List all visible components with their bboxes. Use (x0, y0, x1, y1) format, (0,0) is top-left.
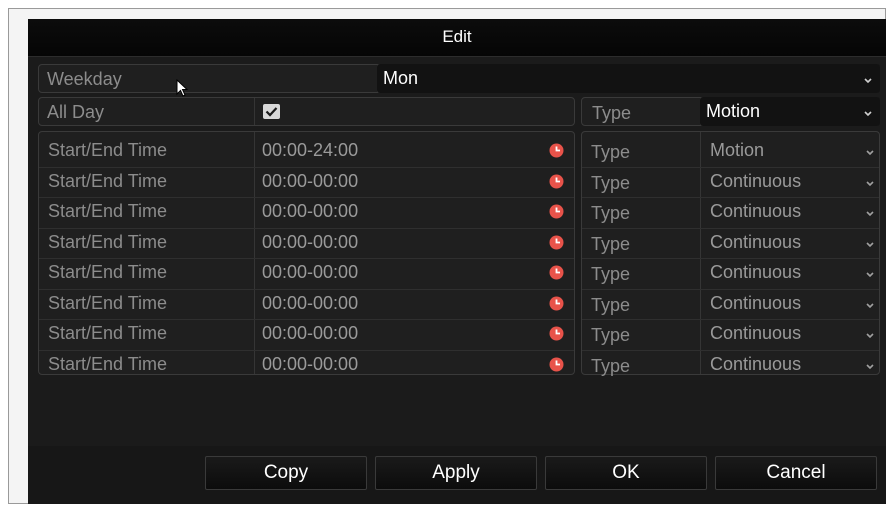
copy-button[interactable]: Copy (205, 456, 367, 490)
record-type-select[interactable]: Continuous (710, 323, 801, 344)
cancel-button[interactable]: Cancel (715, 456, 877, 490)
chevron-down-icon (864, 329, 876, 341)
record-type-select[interactable]: Continuous (710, 201, 801, 222)
chevron-down-icon (864, 146, 876, 158)
mouse-pointer-icon (176, 79, 189, 97)
start-end-time-label: Start/End Time (48, 353, 168, 374)
chevron-down-icon (864, 177, 876, 189)
row-divider (582, 349, 879, 351)
row-divider (582, 258, 879, 259)
record-type-select[interactable]: Continuous (710, 262, 801, 283)
ok-button[interactable]: OK (545, 456, 707, 490)
clock-icon[interactable] (549, 143, 564, 158)
record-type-select[interactable]: Continuous (710, 354, 801, 375)
allday-label: All Day (47, 102, 105, 122)
checkmark-icon (265, 107, 278, 117)
type-select[interactable]: Motion (700, 97, 880, 126)
type-label: Type (591, 233, 631, 254)
time-range-field[interactable]: 00:00-00:00 (262, 354, 358, 375)
weekday-select[interactable]: Mon (377, 64, 880, 93)
type-label: Type (591, 264, 631, 284)
type-value: Motion (706, 101, 761, 121)
row-divider (582, 227, 879, 229)
row-divider (582, 197, 879, 198)
start-end-time-label: Start/End Time (48, 231, 168, 252)
chevron-down-icon (864, 268, 876, 280)
time-range-field[interactable]: 00:00-00:00 (262, 323, 358, 344)
time-range-field[interactable]: 00:00-00:00 (262, 232, 358, 253)
row-divider (39, 227, 574, 229)
chevron-down-icon (862, 107, 874, 119)
clock-icon[interactable] (549, 204, 564, 219)
start-end-time-label: Start/End Time (48, 262, 168, 282)
dialog-title: Edit (442, 27, 472, 46)
record-type-select[interactable]: Continuous (710, 293, 801, 314)
row-divider (39, 349, 574, 351)
apply-button[interactable]: Apply (375, 456, 537, 490)
row-divider (39, 288, 574, 290)
row-divider (582, 166, 879, 168)
start-end-time-label: Start/End Time (48, 140, 168, 160)
dialog-titlebar: Edit (28, 19, 886, 57)
row-divider (39, 258, 574, 259)
chevron-down-icon (864, 360, 876, 372)
allday-checkbox[interactable] (263, 104, 280, 119)
clock-icon[interactable] (549, 235, 564, 250)
row-divider (39, 197, 574, 198)
row-divider (39, 319, 574, 320)
edit-dialog: Edit Weekday Mon All Day Type Motion Cop… (28, 19, 886, 504)
record-type-select[interactable]: Continuous (710, 171, 801, 192)
type-label: Type (591, 172, 631, 193)
clock-icon[interactable] (549, 296, 564, 311)
row-divider (582, 288, 879, 290)
time-range-field[interactable]: 00:00-00:00 (262, 201, 358, 222)
clock-icon[interactable] (549, 357, 564, 372)
time-range-field[interactable]: 00:00-24:00 (262, 140, 358, 161)
record-type-select[interactable]: Continuous (710, 232, 801, 253)
row-divider (582, 319, 879, 320)
record-type-select[interactable]: Motion (710, 140, 764, 161)
chevron-down-icon (864, 299, 876, 311)
start-end-time-label: Start/End Time (48, 170, 168, 191)
chevron-down-icon (864, 238, 876, 250)
time-range-field[interactable]: 00:00-00:00 (262, 171, 358, 192)
time-range-field[interactable]: 00:00-00:00 (262, 262, 358, 283)
type-label: Type (592, 103, 632, 123)
chevron-down-icon (862, 74, 874, 86)
type-label: Type (591, 142, 631, 162)
type-label: Type (591, 203, 631, 223)
start-end-time-label: Start/End Time (48, 292, 168, 313)
clock-icon[interactable] (549, 265, 564, 280)
type-label: Type (591, 355, 631, 376)
time-range-field[interactable]: 00:00-00:00 (262, 293, 358, 314)
clock-icon[interactable] (549, 326, 564, 341)
start-end-time-label: Start/End Time (48, 323, 168, 343)
allday-row: All Day (38, 97, 575, 126)
weekday-label: Weekday (47, 69, 122, 89)
row-divider (39, 166, 574, 168)
weekday-value: Mon (383, 68, 419, 88)
clock-icon[interactable] (549, 174, 564, 189)
type-label: Type (591, 294, 631, 315)
start-end-time-label: Start/End Time (48, 201, 168, 221)
type-label: Type (591, 325, 631, 345)
chevron-down-icon (864, 207, 876, 219)
